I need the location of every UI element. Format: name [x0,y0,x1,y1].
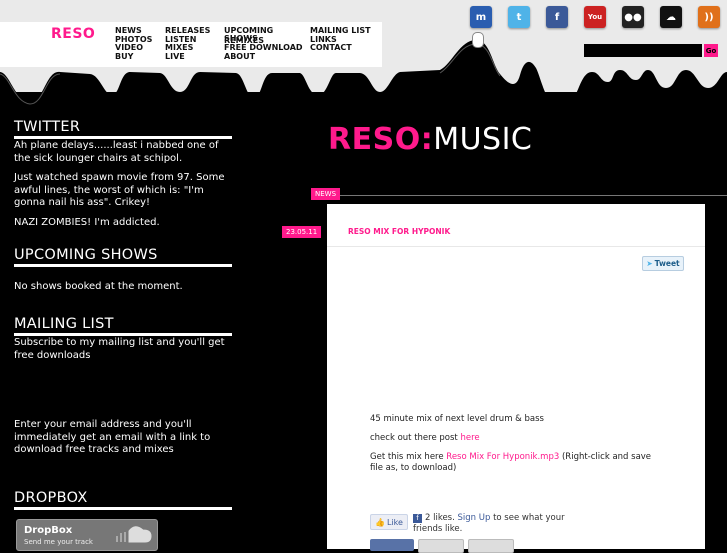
email-share-button[interactable] [418,539,464,553]
soundcloud-icon[interactable]: ☁ [660,6,682,28]
shows-text: No shows booked at the moment. [14,281,183,292]
dropbox-section: DROPBOX [14,490,232,510]
mailing-text-1: Subscribe to my mailing list and you'll … [14,337,225,361]
post-line-1: 45 minute mix of next level drum & bass [370,414,544,424]
thumbs-up-icon: 👍 [375,517,385,527]
post-here-link[interactable]: here [460,433,479,443]
post-line-3: Get this mix here Reso Mix For Hyponik.m… [370,452,665,474]
facebook-icon[interactable]: f [546,6,568,28]
twitter-heading: TWITTER [14,119,232,139]
shows-section: UPCOMING SHOWS No shows booked at the mo… [14,247,232,301]
tweet-1: Ah plane delays......least i nabbed one … [14,140,219,164]
tweet-button-label: Tweet [654,259,680,268]
post-line-3-text: Get this mix here [370,452,447,462]
dropbox-widget[interactable]: DropBox Send me your track [16,519,158,551]
more-share-button[interactable] [468,539,514,553]
post-title[interactable]: RESO MIX FOR HYPONIK [348,227,450,236]
news-post: RESO MIX FOR HYPONIK ➤ Tweet 45 minute mi… [327,204,705,553]
brand-title-white: MUSIC [433,122,533,157]
tweet-button[interactable]: ➤ Tweet [642,256,684,271]
dropbox-widget-title: DropBox [24,525,73,536]
twitter-icon[interactable]: t [508,6,530,28]
signup-link[interactable]: Sign Up [458,513,491,523]
post-line-2-text: check out there post [370,433,461,443]
shows-heading: UPCOMING SHOWS [14,247,232,267]
mix-download-link[interactable]: Reso Mix For Hyponik.mp3 [446,452,559,462]
like-button-label: Like [387,517,403,527]
rss-icon[interactable]: )) [698,6,720,28]
tweet-3: NAZI ZOMBIES! I'm addicted. [14,216,160,228]
post-body: 45 minute mix of next level drum & bass … [370,414,665,482]
twitter-bird-icon: ➤ [646,259,653,268]
soundcloud-cloud-icon [116,526,152,543]
mailing-heading: MAILING LIST [14,316,232,336]
search-input[interactable] [584,44,702,57]
dropbox-heading: DROPBOX [14,490,232,510]
post-title-divider [327,246,705,247]
facebook-share-button[interactable] [370,539,414,551]
facebook-small-icon: f [413,514,422,523]
tweet-2: Just watched spawn movie from 97. Some a… [14,172,225,208]
facebook-like-button[interactable]: 👍 Like [370,514,408,530]
brand-title: RESO:MUSIC [328,122,532,157]
post-date: 23.05.11 [282,226,322,238]
twitter-section: TWITTER Ah plane delays......least i nab… [14,119,232,236]
brand-title-pink: RESO: [328,122,434,157]
flickr-icon[interactable]: ●● [622,6,644,28]
search-go-button[interactable]: Go [704,44,718,57]
news-divider [338,195,727,196]
likes-count: 2 likes. [425,513,458,523]
post-line-2: check out there post here [370,433,665,444]
mailing-section: MAILING LIST Subscribe to my mailing lis… [14,316,232,464]
scroll-knob-icon[interactable] [472,32,484,48]
news-tag: NEWS [311,188,341,200]
youtube-icon[interactable]: You [584,6,606,28]
likes-text: f2 likes. Sign Up to see what your frien… [413,513,573,535]
mailing-text-2: Enter your email address and you'll imme… [14,419,211,455]
myspace-icon[interactable]: m [470,6,492,28]
